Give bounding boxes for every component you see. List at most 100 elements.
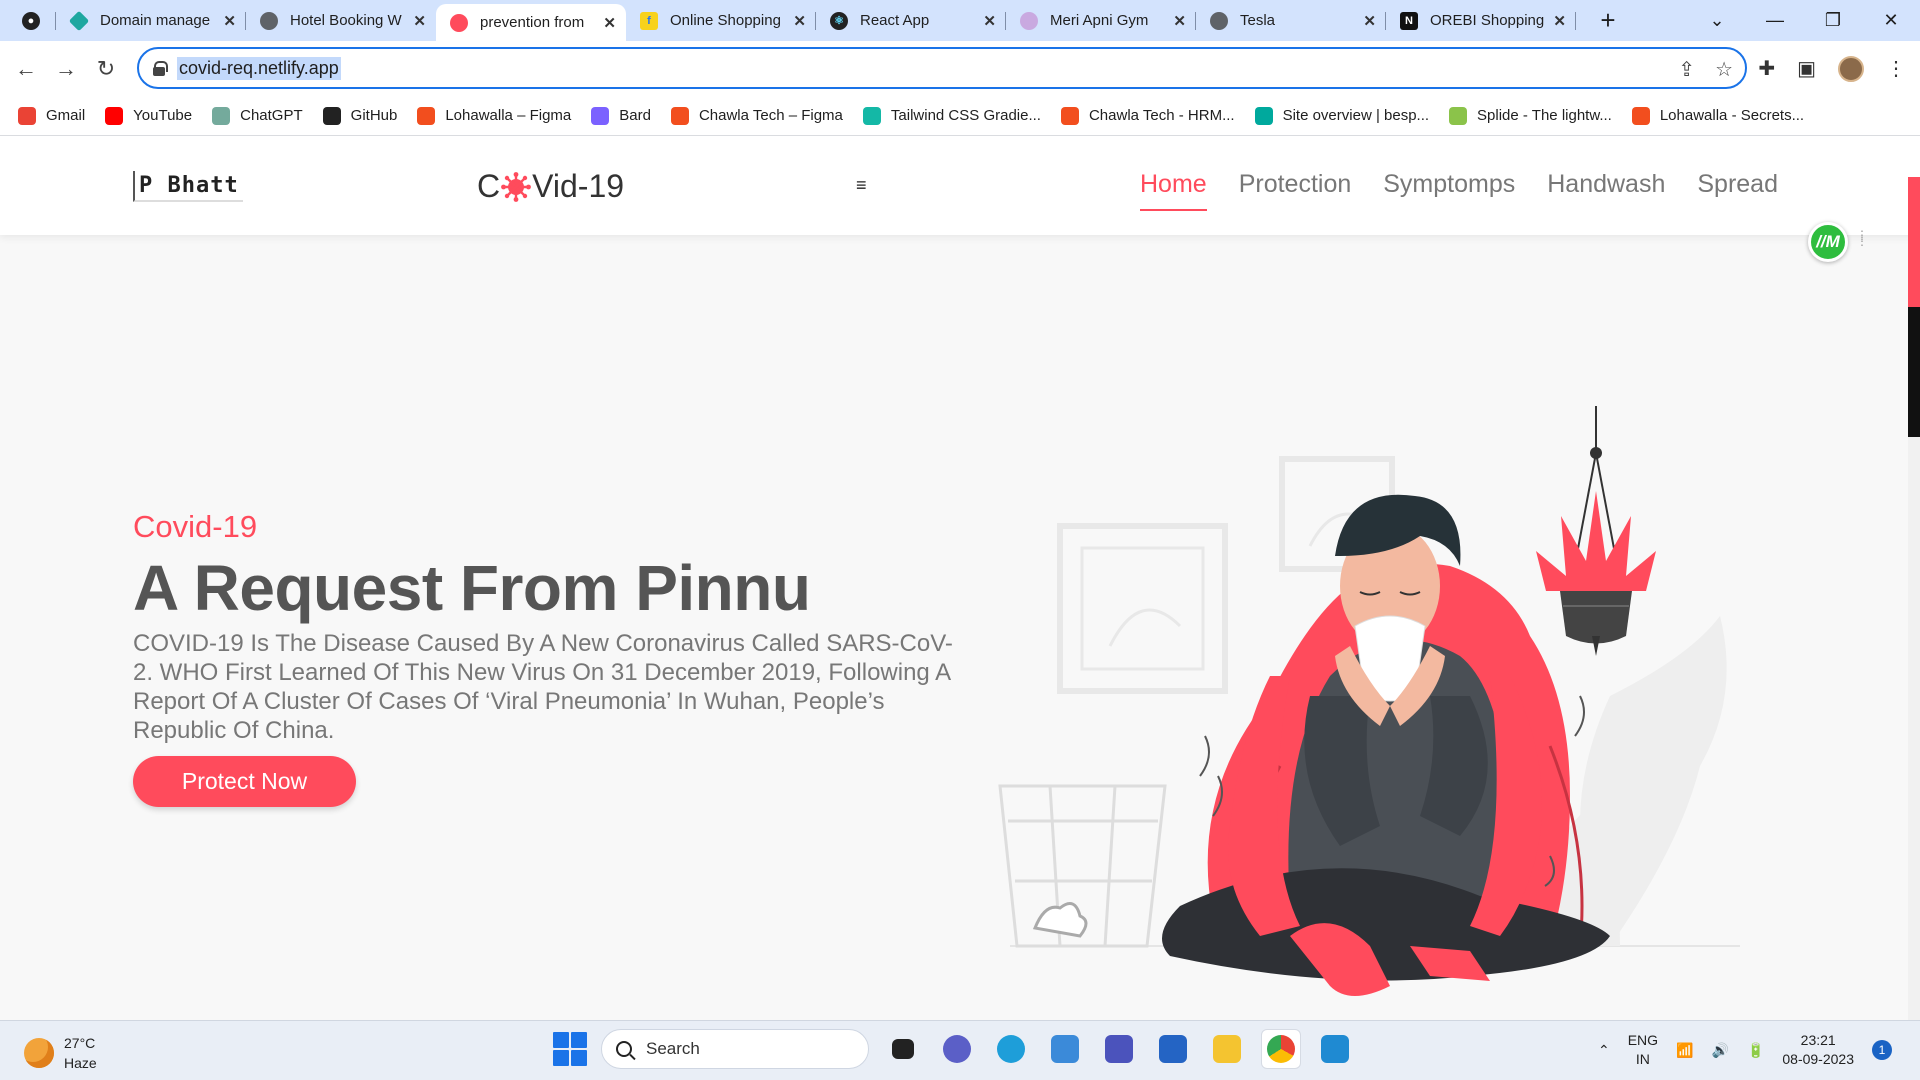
bookmark-favicon-icon [105, 106, 124, 125]
notepad-icon[interactable] [1045, 1029, 1085, 1069]
bookmark-item[interactable]: Lohawalla - Secrets... [1631, 106, 1804, 125]
bookmark-star-icon[interactable]: ☆ [1715, 57, 1733, 82]
notification-badge[interactable]: 1 [1872, 1040, 1892, 1060]
clock[interactable]: 23:21 08-09-2023 [1782, 1031, 1854, 1069]
bookmarks-bar: Gmail YouTube ChatGPT GitHub Lohawalla – Fig… [0, 96, 1920, 136]
tab-search-chevron-icon[interactable]: ⌄ [1688, 10, 1746, 31]
globe-icon [260, 11, 278, 30]
wifi-icon[interactable]: 📶 [1676, 1042, 1693, 1059]
protect-now-button[interactable]: Protect Now [133, 756, 356, 807]
close-icon[interactable]: ✕ [793, 12, 806, 30]
tab-github[interactable]: ● [0, 0, 56, 41]
minimize-button[interactable]: — [1746, 10, 1804, 31]
nav-home[interactable]: Home [1140, 170, 1207, 211]
file-explorer-icon[interactable] [1207, 1029, 1247, 1069]
address-bar[interactable]: covid-req.netlify.app ⇪ ☆ [137, 47, 1747, 89]
window-controls: ⌄ — ❐ ✕ [1688, 0, 1920, 41]
close-icon[interactable]: ✕ [413, 12, 426, 30]
tab-online-shopping[interactable]: f Online Shopping ✕ [626, 0, 816, 41]
bookmark-item[interactable]: Site overview | besp... [1254, 106, 1429, 125]
tab-react-app[interactable]: ⚛ React App ✕ [816, 0, 1006, 41]
profile-avatar[interactable] [1838, 55, 1864, 82]
bookmark-favicon-icon [670, 106, 689, 125]
gym-icon [1020, 11, 1038, 30]
close-icon[interactable]: ✕ [1363, 12, 1376, 30]
bookmark-favicon-icon [591, 106, 610, 125]
volume-icon[interactable]: 🔊 [1712, 1042, 1729, 1059]
extensions-icon[interactable]: ✚ [1758, 56, 1775, 81]
new-tab-button[interactable]: + [1588, 5, 1628, 36]
bookmark-favicon-icon [212, 106, 231, 125]
nav-handwash[interactable]: Handwash [1547, 170, 1665, 207]
url-text[interactable]: covid-req.netlify.app [177, 56, 341, 80]
windows-start-icon[interactable] [553, 1032, 587, 1066]
hamburger-menu-icon[interactable]: ≡ [856, 175, 867, 196]
close-icon[interactable]: ✕ [983, 12, 996, 30]
virus-icon [501, 171, 532, 202]
close-window-button[interactable]: ✕ [1862, 10, 1920, 31]
sick-person-illustration [998, 406, 1740, 996]
bookmark-item[interactable]: Tailwind CSS Gradie... [862, 106, 1041, 125]
lock-icon[interactable] [153, 61, 168, 76]
language-indicator[interactable]: ENG IN [1628, 1031, 1658, 1069]
bookmark-item[interactable]: ChatGPT [212, 106, 303, 125]
reload-button[interactable]: ↻ [86, 56, 126, 82]
tab-hotel-booking[interactable]: Hotel Booking W ✕ [246, 0, 436, 41]
bookmark-item[interactable]: GitHub [322, 106, 397, 125]
battery-icon[interactable]: 🔋 [1747, 1042, 1764, 1059]
close-icon[interactable]: ✕ [1553, 12, 1566, 30]
bookmark-item[interactable]: Lohawalla – Figma [417, 106, 571, 125]
vscode-icon[interactable] [1315, 1029, 1355, 1069]
back-button[interactable]: ← [6, 56, 46, 82]
forward-button[interactable]: → [46, 56, 86, 82]
flipkart-icon: f [640, 11, 658, 30]
close-icon[interactable]: ✕ [603, 14, 616, 32]
nav-symptomps[interactable]: Symptomps [1383, 170, 1515, 207]
close-icon[interactable]: ✕ [223, 12, 236, 30]
main-nav: Home Protection Symptomps Handwash Spread [1140, 170, 1778, 211]
task-view-icon[interactable] [883, 1029, 923, 1069]
teams-chat-icon[interactable] [937, 1029, 977, 1069]
bookmark-item[interactable]: Gmail [18, 106, 85, 125]
bookmark-item[interactable]: Splide - The lightw... [1449, 106, 1612, 125]
tab-strip: ● Domain manage ✕ Hotel Booking W ✕ prev… [0, 0, 1920, 41]
weather-sun-icon [24, 1038, 54, 1068]
bookmark-favicon-icon [18, 106, 36, 125]
leaf-plant-icon [1545, 616, 1727, 946]
bookmark-item[interactable]: Chawla Tech – Figma [670, 106, 843, 125]
edge-icon[interactable] [991, 1029, 1031, 1069]
menu-kebab-icon[interactable]: ⋮ [1886, 56, 1906, 81]
taskbar-search[interactable]: Search [601, 1029, 869, 1069]
nav-spread[interactable]: Spread [1697, 170, 1778, 207]
brand-logo[interactable]: P Bhatt [133, 171, 243, 202]
weather-widget[interactable]: 27°C Haze [24, 1033, 97, 1073]
extension-badge-icon[interactable]: //M [1808, 222, 1848, 262]
bookmark-item[interactable]: Bard [591, 106, 651, 125]
side-panel-icon[interactable]: ▣ [1797, 56, 1816, 81]
bookmark-favicon-icon [417, 106, 436, 125]
tab-prevention-from[interactable]: prevention from ✕ [436, 4, 626, 41]
store-icon[interactable] [1153, 1029, 1193, 1069]
orebi-icon: N [1400, 11, 1418, 30]
virus-icon [450, 13, 468, 32]
bookmark-favicon-icon [1060, 106, 1079, 125]
chrome-icon[interactable] [1261, 1029, 1301, 1069]
restore-button[interactable]: ❐ [1804, 10, 1862, 31]
teams-icon[interactable] [1099, 1029, 1139, 1069]
react-icon: ⚛ [830, 11, 848, 30]
drag-handle-icon[interactable]: ⋮ ⋮ [1856, 229, 1868, 247]
tab-domain-manage[interactable]: Domain manage ✕ [56, 0, 246, 41]
bookmark-item[interactable]: YouTube [105, 106, 192, 125]
share-icon[interactable]: ⇪ [1678, 57, 1695, 82]
tray-chevron-icon[interactable]: ⌃ [1598, 1042, 1610, 1059]
bookmark-item[interactable]: Chawla Tech - HRM... [1060, 106, 1235, 125]
hero-description: COVID-19 Is The Disease Caused By A New … [133, 630, 953, 744]
covid-logo[interactable]: C Vid-19 [477, 168, 624, 205]
tab-orebi-shopping[interactable]: N OREBI Shopping ✕ [1386, 0, 1576, 41]
site-header: P Bhatt C Vid-19 ≡ Home Protection Sympt… [0, 136, 1920, 235]
page-scrollbar[interactable] [1908, 177, 1920, 1020]
close-icon[interactable]: ✕ [1173, 12, 1186, 30]
nav-protection[interactable]: Protection [1239, 170, 1352, 207]
tab-meri-apni-gym[interactable]: Meri Apni Gym ✕ [1006, 0, 1196, 41]
tab-tesla[interactable]: Tesla ✕ [1196, 0, 1386, 41]
